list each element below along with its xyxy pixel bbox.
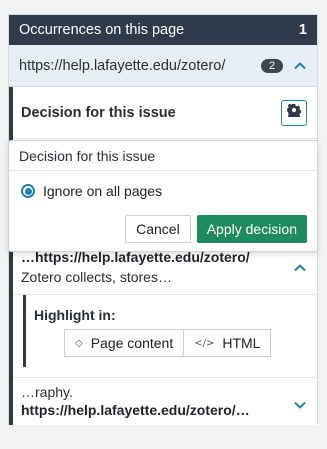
- html-label: HTML: [222, 335, 261, 351]
- occurrence-snippet: …raphy.: [21, 384, 73, 400]
- occurrence-item[interactable]: …https://help.lafayette.edu/zotero/ Zote…: [13, 247, 317, 295]
- highlight-label: Highlight in:: [34, 307, 116, 323]
- occurrences-title: Occurrences on this page: [19, 22, 185, 38]
- html-button[interactable]: </> HTML: [184, 329, 272, 357]
- apply-decision-button[interactable]: Apply decision: [196, 215, 307, 243]
- popup-actions: Cancel Apply decision: [125, 215, 307, 243]
- occurrence-url: https://help.lafayette.edu/zotero/…: [21, 402, 250, 418]
- chevron-up-icon[interactable]: [293, 59, 307, 73]
- occurrence-snippet: Zotero collects, stores…: [21, 269, 172, 285]
- issue-section: Decision for this issue …https://help.la…: [9, 87, 317, 425]
- page-content-label: Page content: [90, 335, 174, 351]
- decision-title: Decision for this issue: [21, 104, 176, 121]
- gear-icon: [286, 103, 302, 122]
- ignore-all-pages-radio[interactable]: [21, 184, 35, 198]
- chevron-down-icon[interactable]: [293, 398, 307, 412]
- occurrence-count-badge: 2: [261, 58, 283, 73]
- occurrences-header: Occurrences on this page 1: [9, 15, 317, 45]
- ignore-all-pages-label: Ignore on all pages: [43, 183, 163, 199]
- chevron-up-icon[interactable]: [293, 261, 307, 275]
- highlight-in-box: Highlight in: ◇ Page content </> HTML: [23, 295, 306, 367]
- decision-popup: Decision for this issue Ignore on all pa…: [8, 140, 318, 252]
- url-row-url: https://help.lafayette.edu/zotero/: [19, 57, 226, 74]
- occurrence-item[interactable]: …raphy. https://help.lafayette.edu/zoter…: [13, 377, 317, 425]
- occurrences-count: 1: [298, 22, 307, 38]
- page-content-button[interactable]: ◇ Page content: [64, 329, 185, 357]
- eye-icon: ◇: [75, 337, 83, 349]
- highlight-buttons: ◇ Page content </> HTML: [64, 329, 272, 357]
- decision-settings-button[interactable]: [281, 99, 307, 126]
- code-icon: </>: [194, 337, 215, 349]
- ignore-all-pages-option[interactable]: Ignore on all pages: [21, 183, 162, 199]
- decision-row: Decision for this issue: [13, 87, 317, 139]
- url-row[interactable]: https://help.lafayette.edu/zotero/ 2: [9, 45, 317, 87]
- popup-title: Decision for this issue: [9, 141, 317, 171]
- cancel-button[interactable]: Cancel: [125, 215, 191, 243]
